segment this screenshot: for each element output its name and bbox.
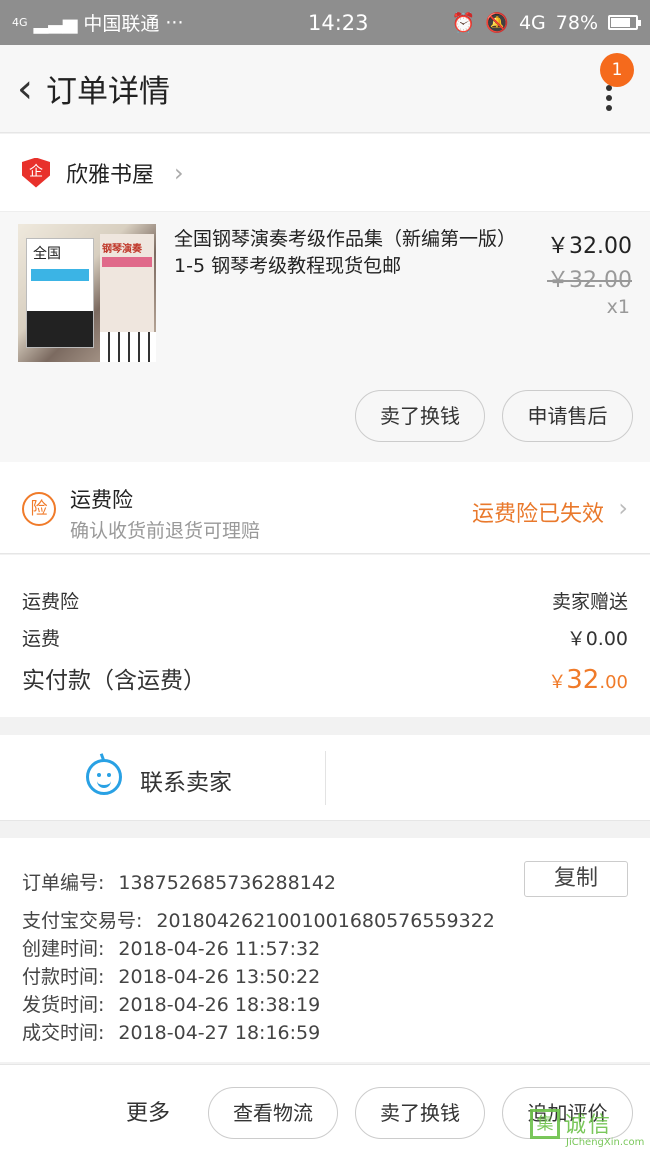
info-label: 订单编号:	[22, 872, 105, 894]
total-amount: ￥32.00	[548, 665, 628, 695]
fee-value: ￥0.00	[566, 628, 628, 650]
info-value: 2018-04-26 18:38:19	[118, 994, 321, 1016]
info-label: 发货时间:	[22, 994, 105, 1016]
total-integer: 32	[566, 665, 600, 695]
product-price: ￥32.00	[547, 234, 632, 259]
bottom-action-bar: 更多 查看物流 卖了换钱 追加评价 集 诚信 JiChengXin.com	[0, 1064, 650, 1155]
info-value: 2018042621001001680576559322	[156, 910, 495, 932]
order-info: 复制 订单编号: 138752685736288142 支付宝交易号: 201804…	[0, 838, 650, 1062]
signal-icon: ▂▃▅	[33, 11, 78, 34]
contact-seller-bar: 联系卖家	[0, 735, 650, 821]
view-logistics-button[interactable]: 查看物流	[208, 1087, 338, 1139]
info-value: 2018-04-26 13:50:22	[118, 966, 321, 988]
fee-row: 运费险 卖家赠送	[22, 587, 628, 614]
fee-row: 运费 ￥0.00	[22, 624, 628, 651]
total-currency: ￥	[548, 672, 567, 693]
info-value: 2018-04-26 11:57:32	[118, 938, 321, 960]
after-sales-button[interactable]: 申请售后	[502, 390, 633, 442]
info-value: 138752685736288142	[118, 872, 336, 894]
navbar: ‹ 订单详情 1	[0, 45, 650, 133]
shop-name: 欣雅书屋	[66, 162, 155, 188]
status-more: ···	[165, 11, 184, 34]
status-time: 14:23	[308, 10, 369, 35]
battery-percent: 78%	[555, 11, 598, 34]
fee-total-row: 实付款（含运费） ￥32.00	[22, 661, 628, 695]
copy-button[interactable]: 复制	[524, 861, 628, 897]
order-info-row: 付款时间: 2018-04-26 13:50:22	[22, 962, 320, 989]
sell-for-cash-button[interactable]: 卖了换钱	[355, 390, 485, 442]
total-label: 实付款（含运费）	[22, 668, 206, 694]
shop-badge-icon: 企	[22, 157, 50, 188]
page-title: 订单详情	[46, 74, 170, 110]
insurance-status: 运费险已失效	[471, 502, 604, 527]
product-title[interactable]: 全国钢琴演奏考级作品集（新编第一版）1-5 钢琴考级教程现货包邮	[174, 226, 526, 280]
back-icon[interactable]: ‹	[6, 69, 44, 109]
order-info-row: 成交时间: 2018-04-27 18:16:59	[22, 1018, 320, 1045]
insurance-subtitle: 确认收货前退货可理赔	[70, 520, 261, 542]
notification-badge[interactable]: 1	[600, 53, 634, 87]
site-watermark: 集 诚信 JiChengXin.com	[530, 1105, 648, 1153]
chevron-right-icon: ›	[174, 158, 184, 187]
info-label: 支付宝交易号:	[22, 910, 143, 932]
cover-front: 全国	[26, 238, 94, 348]
battery-fill	[611, 18, 630, 27]
sell-for-cash-button[interactable]: 卖了换钱	[355, 1087, 485, 1139]
more-button[interactable]: 更多	[126, 1095, 170, 1127]
product-thumbnail[interactable]: 全国 钢琴演奏	[18, 224, 156, 362]
order-item: 全国 钢琴演奏 全国钢琴演奏考级作品集（新编第一版）1-5 钢琴考级教程现货包邮…	[0, 212, 650, 462]
chevron-right-icon: ›	[618, 494, 628, 522]
mute-icon: 🔕	[485, 12, 509, 34]
product-original-price: ￥32.00	[547, 268, 632, 293]
total-decimal: .00	[599, 672, 628, 693]
fee-label: 运费险	[22, 591, 80, 613]
contact-seller-button[interactable]: 联系卖家	[140, 763, 232, 797]
alarm-icon: ⏰	[451, 12, 476, 34]
status-left: 4G ▂▃▅ 中国联通 ···	[12, 9, 272, 36]
status-bar: 4G ▂▃▅ 中国联通 ··· 14:23 ⏰ 🔕 4G 78%	[0, 0, 650, 45]
product-quantity: x1	[606, 296, 630, 318]
insurance-icon: 险	[22, 492, 56, 526]
watermark-url: JiChengXin.com	[566, 1137, 645, 1148]
battery-icon	[608, 15, 641, 30]
info-label: 创建时间:	[22, 938, 105, 960]
net-type: 4G	[518, 11, 546, 34]
info-value: 2018-04-27 18:16:59	[118, 1022, 321, 1044]
watermark-text: 诚信	[564, 1113, 613, 1138]
order-info-row: 订单编号: 138752685736288142	[22, 868, 336, 895]
carrier-name: 中国联通	[83, 13, 160, 35]
order-info-row: 发货时间: 2018-04-26 18:38:19	[22, 990, 320, 1017]
shipping-insurance-row[interactable]: 险 运费险 确认收货前退货可理赔 运费险已失效 ›	[0, 462, 650, 554]
order-info-row: 支付宝交易号: 2018042621001001680576559322	[22, 906, 495, 933]
fee-value: 卖家赠送	[551, 591, 628, 613]
fee-summary: 运费险 卖家赠送 运费 ￥0.00 实付款（含运费） ￥32.00	[0, 555, 650, 717]
fee-label: 运费	[22, 628, 61, 650]
insurance-title: 运费险	[70, 488, 133, 512]
status-right: ⏰ 🔕 4G 78%	[451, 11, 641, 34]
info-label: 成交时间:	[22, 1022, 105, 1044]
watermark-logo: 集	[530, 1109, 560, 1139]
cover-back: 钢琴演奏	[100, 234, 154, 344]
shop-row[interactable]: 企 欣雅书屋 ›	[0, 134, 650, 212]
chat-icon[interactable]	[86, 752, 122, 795]
cover-b-title: 钢琴演奏	[102, 244, 142, 255]
order-info-row: 创建时间: 2018-04-26 11:57:32	[22, 934, 320, 961]
network-type: 4G	[12, 16, 28, 29]
info-label: 付款时间:	[22, 966, 105, 988]
divider	[325, 751, 326, 805]
cover-title: 全国	[33, 246, 61, 262]
